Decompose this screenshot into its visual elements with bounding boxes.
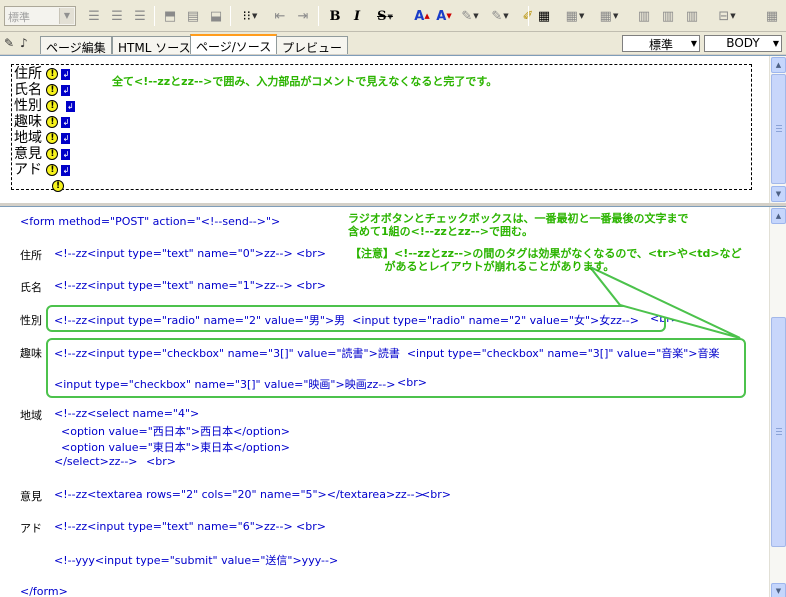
chevron-down-icon: ▼ xyxy=(59,8,74,24)
italic-icon[interactable]: I xyxy=(347,6,367,26)
font-size-decrease-icon[interactable]: A ▼ xyxy=(434,6,454,26)
design-row-ad: アド ! ↲ xyxy=(14,162,71,178)
design-scrollbar[interactable]: ▲ ▼ xyxy=(769,56,786,203)
tab-preview[interactable]: プレビュー xyxy=(276,36,349,55)
line-break-icon: ↲ xyxy=(61,164,71,176)
table-col-icon[interactable]: ▥ xyxy=(634,6,654,26)
insert-bottom-icon[interactable]: ⬓ xyxy=(206,6,226,26)
scroll-up-icon[interactable]: ▲ xyxy=(771,57,786,73)
toolbar-separator xyxy=(154,6,155,26)
style-select-value: 標準 xyxy=(648,38,673,52)
font-size-increase-icon[interactable]: A ▲ xyxy=(412,6,432,26)
design-pane[interactable]: 住所 ! ↲ 氏名 ! ↲ 性別 ! ↲ 趣味 ! ↲ 地域 ! ↲ 意見 ! ↲ アド … xyxy=(0,55,786,203)
scroll-down-icon[interactable]: ▼ xyxy=(771,583,786,597)
chevron-down-icon: ▼ xyxy=(772,39,779,48)
comment-marker-icon[interactable]: ! xyxy=(46,132,59,144)
line-break-icon: ↲ xyxy=(61,148,71,160)
view-tab-bar: ✎ ♪ ページ編集 HTML ソース ページ/ソース プレビュー 標準 ▼ BO… xyxy=(0,32,786,55)
scroll-down-icon[interactable]: ▼ xyxy=(771,186,786,202)
form-outline: 住所 ! ↲ 氏名 ! ↲ 性別 ! ↲ 趣味 ! ↲ 地域 ! ↲ 意見 ! ↲ アド … xyxy=(11,64,752,192)
align-center-icon[interactable]: ☰ xyxy=(107,6,127,26)
insert-top-icon[interactable]: ⬒ xyxy=(160,6,180,26)
note-caution: 【注意】<!--zzとzz-->の間のタグは効果がなくなるので、<tr>や<td… xyxy=(350,247,742,273)
line-break-icon: ↲ xyxy=(61,68,71,80)
toolbar-separator xyxy=(528,6,529,26)
align-right-icon[interactable]: ☰ xyxy=(130,6,150,26)
bold-icon[interactable]: B xyxy=(325,6,345,26)
design-row-opinion: 意見 ! ↲ xyxy=(14,146,71,162)
brush-icon[interactable]: ♪ xyxy=(20,36,28,50)
align-left-icon[interactable]: ☰ xyxy=(84,6,104,26)
pencil-icon[interactable]: ✎ xyxy=(4,36,14,50)
table-split-icon[interactable]: ▥ xyxy=(682,6,702,26)
scroll-up-icon[interactable]: ▲ xyxy=(771,208,786,224)
source-scrollbar[interactable]: ▲ ▼ xyxy=(769,207,786,597)
chevron-down-icon: ▼ xyxy=(690,39,697,48)
design-row-gender: 性別 ! ↲ xyxy=(14,98,75,114)
design-row-submit: ! xyxy=(52,178,64,194)
table-merge-icon[interactable]: ▥ xyxy=(658,6,678,26)
style-select[interactable]: 標準 ▼ xyxy=(622,35,700,52)
comment-marker-icon[interactable]: ! xyxy=(46,116,59,128)
tab-page-source[interactable]: ページ/ソース xyxy=(190,34,278,54)
comment-marker-icon[interactable]: ! xyxy=(46,100,59,112)
table-align-icon[interactable]: ⊟ ▼ xyxy=(712,6,742,26)
insert-middle-icon[interactable]: ▤ xyxy=(183,6,203,26)
design-row-name: 氏名 ! ↲ xyxy=(14,82,71,98)
design-row-address: 住所 ! ↲ xyxy=(14,66,71,82)
font-color-2-icon[interactable]: ✎ ▼ xyxy=(486,6,514,26)
tag-select-value: BODY xyxy=(726,36,760,50)
toolbar-separator xyxy=(318,6,319,26)
table-insert-icon[interactable]: ▦ ▼ xyxy=(560,6,590,26)
line-break-icon: ↲ xyxy=(61,84,71,96)
indent-icon[interactable]: ⇥ xyxy=(293,6,313,26)
table-icon[interactable]: ▦ xyxy=(534,6,554,26)
tag-select[interactable]: BODY ▼ xyxy=(704,35,782,52)
design-row-region: 地域 ! ↲ xyxy=(14,130,71,146)
toolbar: 標準 ▼ ☰ ☰ ☰ ⬒ ▤ ⬓ ⁝⁝ ▼ ⇤ ⇥ B I S ▼ A ▲ A ▼ ✎ ▼… xyxy=(0,0,786,32)
line-break-icon: ↲ xyxy=(61,132,71,144)
outdent-icon[interactable]: ⇤ xyxy=(270,6,290,26)
comment-marker-icon[interactable]: ! xyxy=(46,148,59,160)
toolbar-separator xyxy=(230,6,231,26)
note-radio-checkbox: ラジオボタンとチェックボックスは、一番最初と一番最後の文字まで 含めて1組の<!… xyxy=(348,212,689,238)
comment-marker-icon[interactable]: ! xyxy=(46,68,59,80)
line-break-icon: ↲ xyxy=(61,116,71,128)
comment-marker-icon[interactable]: ! xyxy=(52,180,64,192)
paragraph-style-value: 標準 xyxy=(8,11,30,24)
strikethrough-icon[interactable]: S ▼ xyxy=(370,6,400,26)
comment-marker-icon[interactable]: ! xyxy=(46,164,59,176)
tab-page-edit[interactable]: ページ編集 xyxy=(40,36,112,55)
paragraph-style-select[interactable]: 標準 ▼ xyxy=(4,6,76,26)
table-row-icon[interactable]: ▦ ▼ xyxy=(594,6,624,26)
font-color-icon[interactable]: ✎ ▼ xyxy=(456,6,484,26)
scroll-thumb[interactable] xyxy=(771,74,786,184)
tab-html-source[interactable]: HTML ソース xyxy=(112,36,197,55)
design-row-hobby: 趣味 ! ↲ xyxy=(14,114,71,130)
comment-marker-icon[interactable]: ! xyxy=(46,84,59,96)
scroll-thumb[interactable] xyxy=(771,317,786,547)
line-break-icon: ↲ xyxy=(65,100,75,112)
list-icon[interactable]: ⁝⁝ ▼ xyxy=(236,6,264,26)
design-note: 全て<!--zzとzz-->で囲み、入力部品がコメントで見えなくなると完了です。 xyxy=(112,75,498,88)
align-grid-icon[interactable]: ▦ xyxy=(760,6,784,26)
source-pane[interactable]: <form method="POST" action="<!--send-->"… xyxy=(0,206,786,597)
